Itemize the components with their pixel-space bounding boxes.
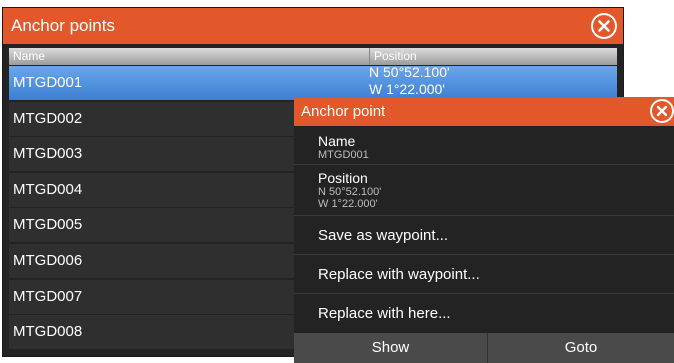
column-header-position[interactable]: Position <box>369 48 417 65</box>
replace-with-here-item[interactable]: Replace with here... <box>294 295 674 332</box>
column-header: Name Position <box>9 48 617 65</box>
window-close-button[interactable] <box>591 13 617 39</box>
row-position-lon: W 1°22.000' <box>369 81 445 97</box>
window-title-bar: Anchor points <box>3 8 623 44</box>
column-header-name[interactable]: Name <box>13 48 45 65</box>
row-position-lat: N 50°52.100' <box>369 66 450 80</box>
anchor-point-dialog: Anchor point Name MTGD001 Position N 50°… <box>294 97 674 363</box>
row-name: MTGD005 <box>13 216 83 234</box>
save-as-waypoint-item[interactable]: Save as waypoint... <box>294 217 674 255</box>
replace-with-waypoint-label: Replace with waypoint... <box>318 266 480 283</box>
dialog-position-field[interactable]: Position N 50°52.100' W 1°22.000' <box>294 166 674 216</box>
row-name: MTGD001 <box>13 74 83 91</box>
name-value: MTGD001 <box>318 149 369 161</box>
dialog-close-button[interactable] <box>650 99 674 123</box>
name-label: Name <box>318 133 356 149</box>
row-name: MTGD003 <box>13 145 83 163</box>
row-name: MTGD007 <box>13 287 83 305</box>
row-position: N 50°52.100' W 1°22.000' <box>369 66 450 98</box>
position-lat: N 50°52.100' <box>318 186 382 198</box>
close-circle-icon <box>656 105 668 117</box>
table-row[interactable]: MTGD001 N 50°52.100' W 1°22.000' <box>9 66 617 100</box>
goto-button[interactable]: Goto <box>488 333 674 363</box>
dialog-name-field[interactable]: Name MTGD001 <box>294 129 674 165</box>
replace-with-waypoint-item[interactable]: Replace with waypoint... <box>294 256 674 294</box>
replace-with-here-label: Replace with here... <box>318 305 451 322</box>
position-label: Position <box>318 170 368 186</box>
position-lon: W 1°22.000' <box>318 198 378 210</box>
row-name: MTGD004 <box>13 180 83 198</box>
window-title: Anchor points <box>11 16 115 35</box>
save-as-waypoint-label: Save as waypoint... <box>318 227 449 244</box>
row-name: MTGD006 <box>13 251 83 269</box>
show-button[interactable]: Show <box>294 333 488 363</box>
row-name: MTGD002 <box>13 109 83 127</box>
dialog-footer: Show Goto <box>294 333 674 363</box>
dialog-title-bar: Anchor point <box>294 97 674 126</box>
row-name: MTGD008 <box>13 323 83 341</box>
close-circle-icon <box>598 20 610 32</box>
dialog-title: Anchor point <box>301 103 386 120</box>
